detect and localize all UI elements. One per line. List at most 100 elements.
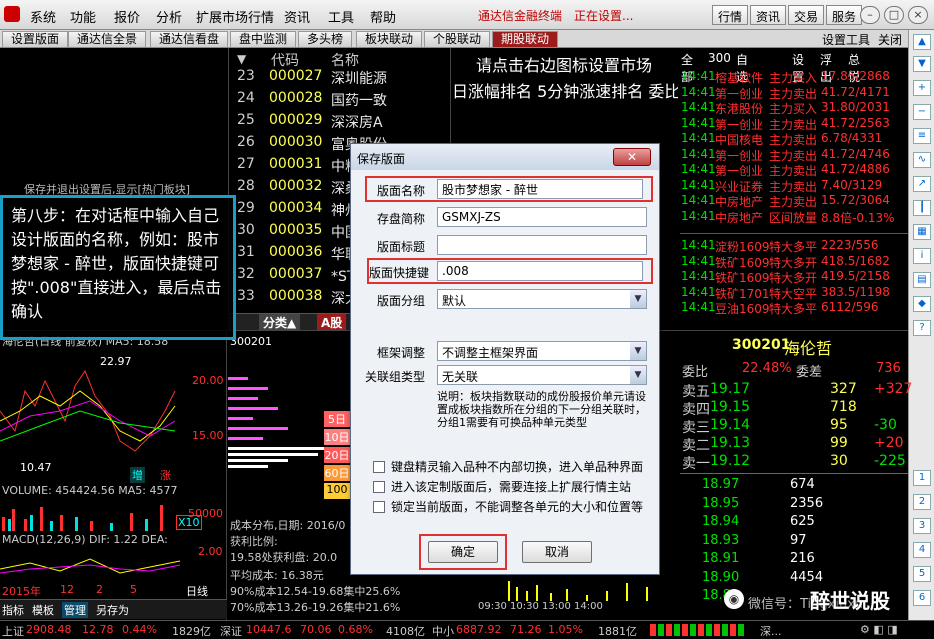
panel-icon-5[interactable]: 5 — [913, 566, 931, 582]
chevron-down-icon[interactable]: ▼ — [630, 366, 646, 384]
menu-item[interactable]: 资讯 — [284, 7, 310, 26]
panel-icon-2[interactable]: 2 — [913, 494, 931, 510]
caption-input[interactable] — [437, 235, 647, 255]
level-5[interactable]: 5日 — [324, 411, 350, 427]
category-button[interactable]: 分类▲ — [259, 314, 301, 331]
tab-monitor[interactable]: 盘中监测 — [230, 31, 297, 47]
bid-row[interactable]: 18.97 674 — [680, 477, 908, 495]
ask-row[interactable]: 卖三 19.14 95 -30 — [680, 417, 908, 436]
menu-item[interactable]: 功能 — [70, 7, 96, 26]
doc-icon[interactable]: ▤ — [913, 272, 931, 288]
ok-button[interactable]: 确定 — [428, 541, 498, 563]
panel-icon-3[interactable]: 3 — [913, 518, 931, 534]
level-10[interactable]: 10日 — [324, 429, 350, 445]
checkbox-lock[interactable]: 锁定当前版面，不能调整各单元的大小和位置等 — [373, 498, 643, 515]
menu-item[interactable]: 系统 — [30, 7, 56, 26]
abbr-input[interactable] — [437, 207, 647, 227]
tab-sector-link[interactable]: 板块联动 — [356, 31, 423, 47]
settings-tool-link[interactable]: 设置工具 — [822, 31, 870, 48]
bid-row[interactable]: 18.91 216 — [680, 551, 908, 569]
logo-text: 醉世说股 — [810, 589, 890, 613]
tab-long-list[interactable]: 多头榜 — [298, 31, 353, 47]
close-link[interactable]: 关闭 — [878, 31, 902, 48]
panel-icon-1[interactable]: 1 — [913, 470, 931, 486]
ticker-act: 特大多开 — [769, 255, 818, 270]
sz-label: 深证 — [220, 625, 242, 638]
tab-save-as[interactable]: 另存为 — [96, 602, 129, 618]
trend-icon[interactable]: ↗ — [913, 176, 931, 192]
checkbox-icon[interactable] — [373, 461, 385, 473]
tab-template[interactable]: 模板 — [32, 602, 54, 618]
grid-icon[interactable]: ▦ — [913, 224, 931, 240]
minimize-icon[interactable]: – — [860, 6, 880, 24]
tab-futures-link[interactable]: 期股联动 — [492, 31, 559, 47]
row-index: 29 — [237, 200, 255, 216]
bid-v: 674 — [790, 477, 815, 492]
tab-watch[interactable]: 通达信看盘 — [150, 31, 229, 47]
shortcut-input[interactable] — [437, 261, 643, 281]
trade-button[interactable]: 交易 — [788, 5, 825, 25]
candle-icon[interactable]: ┃ — [913, 200, 931, 216]
tab-stock-link[interactable]: 个股联动 — [424, 31, 491, 47]
checkbox-icon[interactable] — [373, 481, 385, 493]
menu-item[interactable]: 帮助 — [370, 7, 396, 26]
ask-row[interactable]: 卖五 19.17 327 +327 — [680, 381, 912, 400]
info-icon[interactable]: i — [913, 248, 931, 264]
service-button[interactable]: 服务 — [826, 5, 863, 25]
ask-row[interactable]: 卖一 19.12 30 -225 — [680, 453, 908, 472]
row-index: 33 — [237, 288, 255, 304]
level-20[interactable]: 20日 — [324, 447, 350, 463]
cancel-button[interactable]: 取消 — [522, 541, 592, 563]
menu-item[interactable]: 工具 — [328, 7, 354, 26]
sh-label: 上证 — [2, 625, 24, 638]
checkbox-keyboard[interactable]: 键盘精灵输入品种不内部切换，进入单品种界面 — [373, 458, 643, 475]
checkbox-connect[interactable]: 进入该定制版面后，需要连接上扩展行情主站 — [373, 478, 631, 495]
panel-icon-6[interactable]: 6 — [913, 590, 931, 606]
bid-row[interactable]: 18.95 2356 — [680, 496, 908, 514]
ask-row[interactable]: 卖四 19.15 718 — [680, 399, 908, 418]
help-icon[interactable]: ? — [913, 320, 931, 336]
maximize-icon[interactable]: □ — [884, 6, 904, 24]
menu-item[interactable]: 扩展市场行情 — [196, 7, 274, 26]
chart-line-icon[interactable]: ∿ — [913, 152, 931, 168]
tab-settings-layout[interactable]: 设置版面 — [2, 31, 69, 47]
period-label[interactable]: 日线 — [186, 583, 208, 599]
status-icons[interactable]: ⚙ ◧ ◨ — [860, 623, 898, 636]
list-icon[interactable]: ≡ — [913, 128, 931, 144]
zoom-in-icon[interactable]: + — [913, 80, 931, 96]
ticker-tab-300[interactable]: 300 — [708, 51, 731, 65]
quote-button[interactable]: 行情 — [712, 5, 749, 25]
level-60[interactable]: 60日 — [324, 465, 350, 481]
pin-icon[interactable]: ◆ — [913, 296, 931, 312]
link-select[interactable]: 无关联 ▼ — [437, 365, 647, 385]
panel-icon-4[interactable]: 4 — [913, 542, 931, 558]
bid-v: 216 — [790, 551, 815, 566]
checkbox-icon[interactable] — [373, 501, 385, 513]
col-header-name[interactable]: 名称 — [331, 50, 359, 70]
tab-indicator[interactable]: 指标 — [2, 602, 24, 618]
dialog-close-icon[interactable]: ✕ — [613, 148, 651, 166]
chevron-down-icon[interactable]: ▼ — [630, 290, 646, 308]
ask-row[interactable]: 卖二 19.13 99 +20 — [680, 435, 908, 454]
sort-arrow-icon[interactable]: ▼ — [237, 52, 246, 66]
frame-select[interactable]: 不调整主框架界面 ▼ — [437, 341, 647, 361]
a-share-button[interactable]: A股 — [317, 314, 347, 331]
x10-button[interactable]: X10 — [176, 515, 202, 530]
news-button[interactable]: 资讯 — [750, 5, 787, 25]
tab-panorama[interactable]: 通达信全景 — [68, 31, 147, 47]
zoom-out-icon[interactable]: − — [913, 104, 931, 120]
group-select[interactable]: 默认 ▼ — [437, 289, 647, 309]
menu-item[interactable]: 分析 — [156, 7, 182, 26]
close-icon[interactable]: × — [908, 6, 928, 24]
bid-row[interactable]: 18.94 625 — [680, 514, 908, 532]
layout-name-input[interactable] — [437, 179, 643, 199]
level-100[interactable]: 100 — [324, 483, 350, 499]
chevron-down-icon[interactable]: ▼ — [630, 342, 646, 360]
col-header-code[interactable]: 代码 — [271, 50, 299, 70]
up-arrow-icon[interactable]: ▲ — [913, 34, 931, 50]
ticker-val: 31.80/2031 — [821, 100, 890, 114]
tab-manage[interactable]: 管理 — [62, 602, 88, 618]
menu-item[interactable]: 报价 — [114, 7, 140, 26]
down-arrow-icon[interactable]: ▼ — [913, 56, 931, 72]
bid-row[interactable]: 18.93 97 — [680, 533, 908, 551]
